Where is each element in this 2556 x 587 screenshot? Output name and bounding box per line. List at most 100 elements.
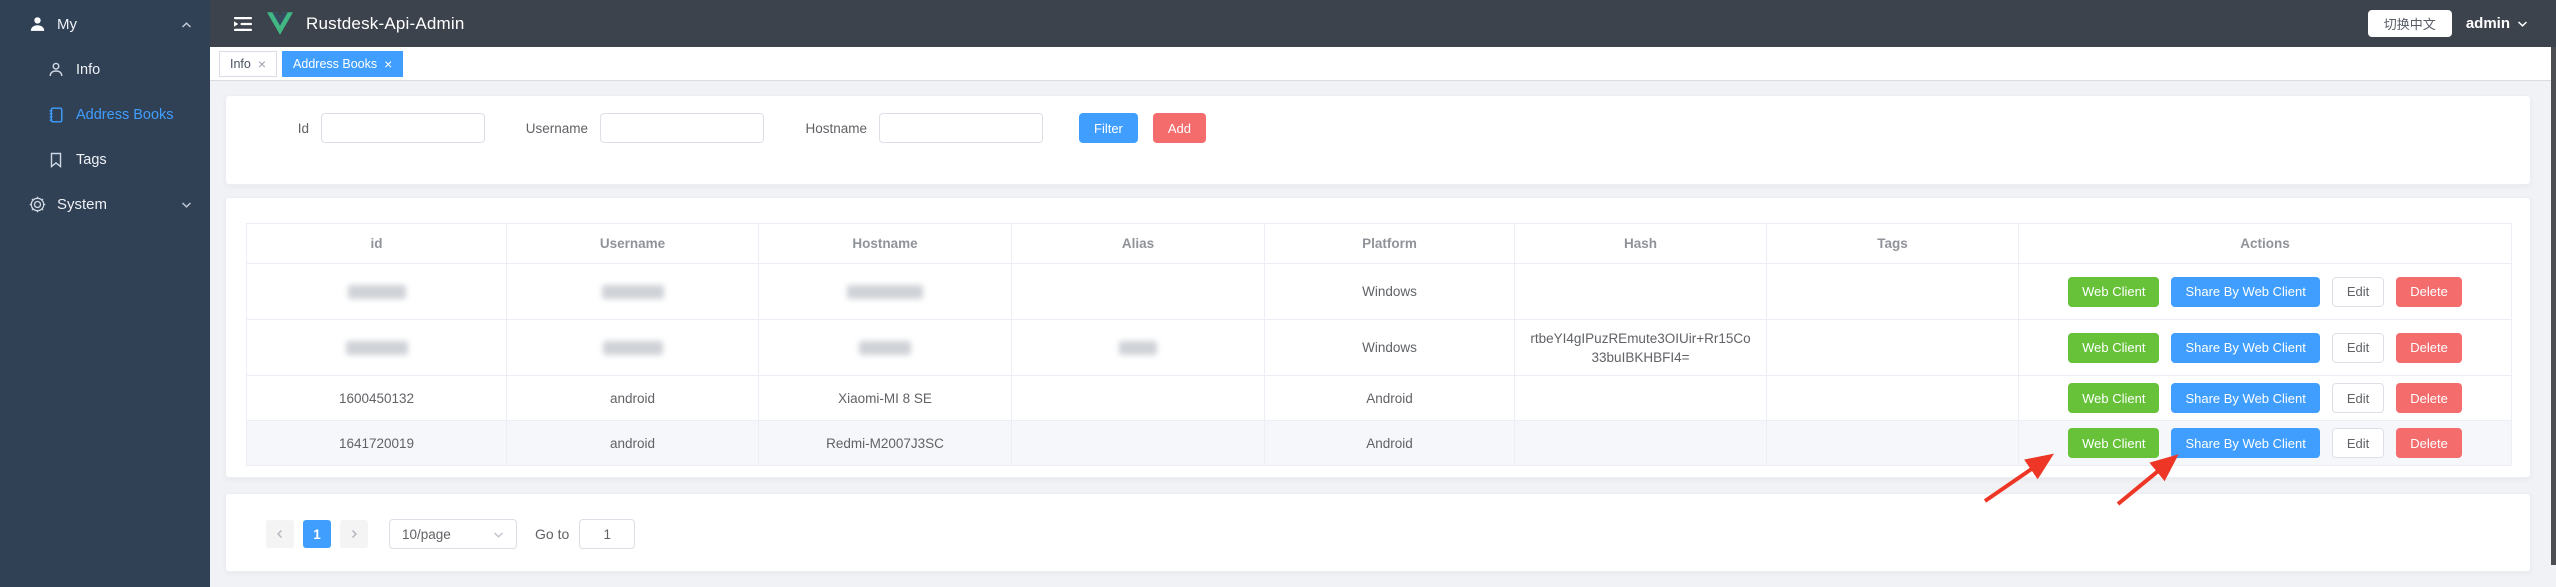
hostname-input[interactable] (879, 113, 1043, 143)
filter-field-id: Id (226, 113, 485, 143)
tab-bar: Info × Address Books × (210, 47, 2556, 81)
chevron-down-icon (181, 201, 192, 209)
next-page-button[interactable] (340, 520, 368, 548)
cell-username (507, 320, 759, 376)
sidebar-item-tags[interactable]: Tags (0, 137, 210, 182)
cell-id: 1600450132 (247, 376, 507, 421)
menu-fold-icon[interactable] (234, 16, 252, 32)
username-label: admin (2466, 15, 2510, 32)
cell-username (507, 264, 759, 320)
goto-page-input[interactable] (579, 519, 635, 549)
username-input[interactable] (600, 113, 764, 143)
id-label: Id (226, 121, 321, 136)
cell-alias (1012, 320, 1265, 376)
delete-button[interactable]: Delete (2396, 428, 2462, 458)
share-by-web-client-button[interactable]: Share By Web Client (2171, 383, 2319, 413)
cell-username: android (507, 421, 759, 466)
hostname-label: Hostname (784, 121, 879, 136)
edit-button[interactable]: Edit (2332, 383, 2384, 413)
edit-button[interactable]: Edit (2332, 333, 2384, 363)
goto-label: Go to (535, 526, 569, 542)
web-client-button[interactable]: Web Client (2068, 428, 2159, 458)
window-right-edge (2551, 47, 2556, 565)
share-by-web-client-button[interactable]: Share By Web Client (2171, 428, 2319, 458)
delete-button[interactable]: Delete (2396, 333, 2462, 363)
notebook-icon (46, 106, 66, 124)
cell-hash (1515, 421, 1767, 466)
web-client-button[interactable]: Web Client (2068, 277, 2159, 307)
prev-page-button[interactable] (266, 520, 294, 548)
redacted-text (859, 341, 911, 355)
app-title: Rustdesk-Api-Admin (306, 14, 465, 34)
cell-alias (1012, 421, 1265, 466)
redacted-text (603, 341, 663, 355)
cell-hostname: Redmi-M2007J3SC (759, 421, 1012, 466)
table-row: Windows Web Client Share By Web Client Edit… (247, 264, 2512, 320)
redacted-text (348, 285, 406, 299)
share-by-web-client-button[interactable]: Share By Web Client (2171, 277, 2319, 307)
delete-button[interactable]: Delete (2396, 383, 2462, 413)
cell-tags (1767, 376, 2019, 421)
chevron-down-icon (493, 527, 504, 542)
tab-info[interactable]: Info × (219, 51, 277, 77)
edit-button[interactable]: Edit (2332, 428, 2384, 458)
id-input[interactable] (321, 113, 485, 143)
sidebar-item-label: System (57, 196, 107, 213)
web-client-button[interactable]: Web Client (2068, 333, 2159, 363)
sidebar-item-my[interactable]: My (0, 2, 210, 47)
redacted-text (602, 285, 664, 299)
sidebar-item-system[interactable]: System (0, 182, 210, 227)
user-icon (27, 15, 47, 34)
column-header-tags: Tags (1767, 224, 2019, 264)
column-header-hash: Hash (1515, 224, 1767, 264)
chevron-up-icon (181, 21, 192, 29)
close-icon[interactable]: × (258, 57, 266, 71)
filter-button[interactable]: Filter (1079, 113, 1138, 143)
cell-platform: Android (1265, 376, 1515, 421)
redacted-text (1119, 341, 1157, 355)
add-button[interactable]: Add (1153, 113, 1206, 143)
cell-tags (1767, 264, 2019, 320)
page-number-button[interactable]: 1 (303, 520, 331, 548)
cell-actions: Web Client Share By Web Client Edit Delete (2019, 376, 2512, 421)
share-by-web-client-button[interactable]: Share By Web Client (2171, 333, 2319, 363)
column-header-actions: Actions (2019, 224, 2512, 264)
sidebar-item-label: Address Books (76, 107, 174, 123)
redacted-text (847, 285, 923, 299)
username-label: Username (505, 121, 600, 136)
sidebar-item-label: Tags (76, 152, 107, 168)
table-row: 1641720019androidRedmi-M2007J3SCAndroidW… (247, 421, 2512, 466)
vue-logo-icon (267, 12, 293, 35)
edit-button[interactable]: Edit (2332, 277, 2384, 307)
sidebar-item-label: Info (76, 62, 100, 78)
filter-field-hostname: Hostname (784, 113, 1043, 143)
cell-platform: Windows (1265, 264, 1515, 320)
user-menu[interactable]: admin (2466, 15, 2528, 33)
table-row: WindowsrtbeYI4gIPuzREmute3OIUir+Rr15Co33… (247, 320, 2512, 376)
close-icon[interactable]: × (384, 57, 392, 71)
page-size-value: 10/page (402, 527, 451, 542)
cell-id: 1641720019 (247, 421, 507, 466)
redacted-text (346, 341, 408, 355)
sidebar-item-address-books[interactable]: Address Books (0, 92, 210, 137)
cell-actions: Web Client Share By Web Client Edit Delete (2019, 320, 2512, 376)
cell-tags (1767, 320, 2019, 376)
cell-hash (1515, 376, 1767, 421)
sidebar-item-info[interactable]: Info (0, 47, 210, 92)
delete-button[interactable]: Delete (2396, 277, 2462, 307)
filter-field-username: Username (505, 113, 764, 143)
page-size-select[interactable]: 10/page (389, 519, 517, 549)
tab-address-books[interactable]: Address Books × (282, 51, 403, 77)
cell-actions: Web Client Share By Web Client Edit Delete (2019, 421, 2512, 466)
topbar: Rustdesk-Api-Admin 切换中文 admin (210, 0, 2556, 47)
cell-hostname (759, 264, 1012, 320)
chevron-down-icon (2517, 15, 2528, 33)
cell-id (247, 320, 507, 376)
table-header-row: idUsernameHostnameAliasPlatformHashTagsA… (247, 224, 2512, 264)
sidebar-item-label: My (57, 16, 77, 33)
web-client-button[interactable]: Web Client (2068, 383, 2159, 413)
table-row: 1600450132androidXiaomi-MI 8 SEAndroidWe… (247, 376, 2512, 421)
cell-username: android (507, 376, 759, 421)
switch-language-button[interactable]: 切换中文 (2368, 10, 2452, 37)
column-header-username: Username (507, 224, 759, 264)
